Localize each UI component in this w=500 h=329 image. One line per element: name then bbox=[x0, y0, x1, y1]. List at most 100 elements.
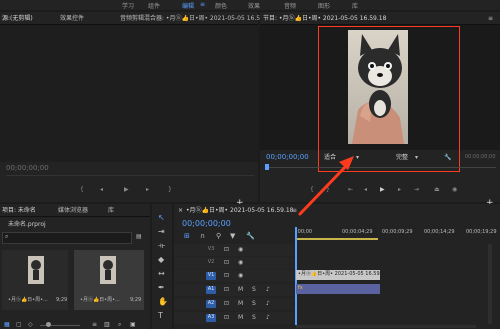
sync-lock-icon[interactable]: ⊡ bbox=[224, 273, 229, 279]
audio-clip[interactable]: fx bbox=[296, 284, 380, 294]
mark-out-icon[interactable]: } bbox=[168, 186, 172, 193]
tab-audio-clip-mixer[interactable]: 音频剪辑混合器: •月ⓑ👍日•周• 2021-05-05 16.59... bbox=[120, 16, 270, 22]
solo-button[interactable]: S bbox=[252, 315, 256, 321]
solo-button[interactable]: S bbox=[252, 301, 256, 307]
microphone-icon[interactable]: ♪ bbox=[266, 287, 270, 293]
chevron-down-icon[interactable]: ▾ bbox=[356, 155, 359, 161]
freeform-view-icon[interactable]: ◇ bbox=[28, 322, 33, 328]
project-item[interactable]: •月ⓑ👍日•周•... 9;29 bbox=[74, 250, 144, 310]
clip-label: •月ⓑ👍日•周• 2021-05-05 16.59.18 bbox=[298, 271, 388, 277]
type-tool-icon[interactable]: T bbox=[158, 312, 163, 320]
zoom-slider-handle[interactable] bbox=[46, 322, 51, 327]
track-label[interactable]: V1 bbox=[206, 272, 216, 280]
go-to-in-icon[interactable]: ⇤ bbox=[348, 186, 353, 193]
toggle-output-icon[interactable]: ◉ bbox=[238, 260, 243, 266]
toggle-output-icon[interactable]: ◉ bbox=[238, 273, 243, 279]
program-scrubber[interactable] bbox=[266, 167, 496, 168]
play-icon[interactable]: ▶ bbox=[380, 186, 385, 193]
snap-icon[interactable]: ∩ bbox=[200, 233, 205, 240]
sync-lock-icon[interactable]: ⊡ bbox=[224, 315, 229, 321]
mark-out-icon[interactable]: } bbox=[326, 186, 330, 193]
sequence-tab[interactable]: •月ⓑ👍日•周• 2021-05-05 16.59.18 bbox=[186, 208, 294, 214]
mark-in-icon[interactable]: { bbox=[310, 186, 314, 193]
solo-button[interactable]: S bbox=[252, 287, 256, 293]
timeline-timecode[interactable]: 00;00;00;00 bbox=[182, 220, 231, 228]
mute-button[interactable]: M bbox=[238, 315, 243, 321]
track-label[interactable]: V3 bbox=[206, 246, 216, 254]
panel-menu-icon[interactable]: ≡ bbox=[292, 208, 297, 214]
sync-lock-icon[interactable]: ⊡ bbox=[224, 260, 229, 266]
tab-project[interactable]: 项目: 未命名 bbox=[2, 208, 36, 214]
source-scrubber[interactable] bbox=[6, 175, 254, 176]
track-label[interactable]: V2 bbox=[206, 259, 216, 267]
step-back-icon[interactable]: ◂ bbox=[364, 186, 367, 193]
tab-source[interactable]: 源:(无剪辑) bbox=[2, 16, 33, 22]
close-icon[interactable]: × bbox=[178, 208, 183, 214]
sync-lock-icon[interactable]: ⊡ bbox=[224, 247, 229, 253]
ripple-edit-tool-icon[interactable]: ⟛ bbox=[158, 242, 165, 250]
source-timecode[interactable]: 00;00;00;00 bbox=[6, 165, 49, 172]
marker-icon[interactable]: ▼ bbox=[230, 233, 235, 240]
toggle-output-icon[interactable]: ◉ bbox=[238, 247, 243, 253]
linked-selection-icon[interactable]: ⚲ bbox=[216, 233, 221, 240]
mark-in-icon[interactable]: { bbox=[80, 186, 84, 193]
workspace-tab-graphics[interactable]: 图形 bbox=[318, 1, 330, 10]
slip-tool-icon[interactable]: ↔ bbox=[158, 270, 165, 278]
folder-icon[interactable]: ▤ bbox=[136, 234, 142, 240]
razor-tool-icon[interactable]: ◆ bbox=[158, 256, 164, 264]
video-clip[interactable]: •月ⓑ👍日•周• 2021-05-05 16.59.18 bbox=[296, 270, 388, 280]
list-view-icon[interactable]: ▦ bbox=[4, 322, 10, 328]
wrench-icon[interactable]: 🔧 bbox=[246, 233, 255, 240]
step-back-icon[interactable]: ◂ bbox=[100, 186, 103, 193]
selection-tool-icon[interactable]: ↖ bbox=[158, 214, 165, 222]
track-select-tool-icon[interactable]: ⇥ bbox=[158, 228, 165, 236]
wrench-icon[interactable]: 🔧 bbox=[444, 155, 451, 161]
quality-dropdown[interactable]: 完整 bbox=[396, 155, 408, 161]
automate-icon[interactable]: ▥ bbox=[104, 322, 110, 328]
search-icon[interactable]: ⌕ bbox=[118, 322, 121, 328]
step-forward-icon[interactable]: ▸ bbox=[398, 186, 401, 193]
project-item[interactable]: •月ⓑ👍日•周•... 9;29 bbox=[2, 250, 68, 310]
program-title[interactable]: 节目: •月ⓑ👍日•周• 2021-05-05 16.59.18 bbox=[263, 16, 386, 22]
horizontal-scrollbar[interactable] bbox=[296, 325, 476, 328]
fit-dropdown[interactable]: 适合 bbox=[324, 155, 336, 161]
icon-view-icon[interactable]: ▢ bbox=[16, 322, 22, 328]
export-frame-icon[interactable]: ◉ bbox=[452, 186, 457, 193]
sync-lock-icon[interactable]: ⊡ bbox=[224, 301, 229, 307]
play-icon[interactable]: ▶ bbox=[124, 186, 129, 193]
tab-libraries[interactable]: 库 bbox=[108, 208, 114, 214]
hand-tool-icon[interactable]: ✋ bbox=[158, 298, 168, 306]
vertical-scrollbar[interactable] bbox=[488, 244, 492, 324]
sync-lock-icon[interactable]: ⊡ bbox=[224, 287, 229, 293]
tab-effect-controls[interactable]: 效果控件 bbox=[60, 16, 84, 22]
workspace-tab-effects[interactable]: 效果 bbox=[248, 1, 260, 10]
pen-tool-icon[interactable]: ✒ bbox=[158, 284, 165, 292]
go-to-out-icon[interactable]: ⇥ bbox=[414, 186, 419, 193]
tab-media-browser[interactable]: 媒体浏览器 bbox=[58, 208, 88, 214]
track-label[interactable]: A1 bbox=[206, 286, 216, 294]
microphone-icon[interactable]: ♪ bbox=[266, 301, 270, 307]
search-input[interactable] bbox=[2, 232, 132, 244]
microphone-icon[interactable]: ♪ bbox=[266, 315, 270, 321]
workspace-tab-assembly[interactable]: 组件 bbox=[148, 1, 160, 10]
sort-icon[interactable]: ≡ bbox=[92, 322, 97, 328]
workspace-tab-libraries[interactable]: 库 bbox=[352, 1, 358, 10]
chevron-down-icon[interactable]: ▾ bbox=[415, 155, 418, 161]
workspace-tab-editing[interactable]: 编辑 bbox=[182, 1, 194, 10]
playhead-marker[interactable] bbox=[265, 164, 269, 170]
workspace-menu-icon[interactable]: ≡ bbox=[200, 1, 205, 8]
lift-icon[interactable]: ⏏ bbox=[434, 186, 440, 193]
panel-menu-icon[interactable]: ≡ bbox=[488, 16, 493, 22]
mute-button[interactable]: M bbox=[238, 287, 243, 293]
workspace-tab-audio[interactable]: 音频 bbox=[284, 1, 296, 10]
track-label[interactable]: A2 bbox=[206, 300, 216, 308]
track-label[interactable]: A3 bbox=[206, 314, 216, 322]
step-forward-icon[interactable]: ▸ bbox=[146, 186, 149, 193]
workspace-tab-learn[interactable]: 学习 bbox=[122, 1, 134, 10]
workspace-tab-color[interactable]: 颜色 bbox=[215, 1, 227, 10]
new-bin-icon[interactable]: ▣ bbox=[130, 322, 136, 328]
work-area-bar[interactable] bbox=[296, 238, 378, 240]
nest-icon[interactable]: ⊞ bbox=[184, 233, 190, 240]
mute-button[interactable]: M bbox=[238, 301, 243, 307]
program-timecode[interactable]: 00;00;00;00 bbox=[266, 154, 309, 161]
